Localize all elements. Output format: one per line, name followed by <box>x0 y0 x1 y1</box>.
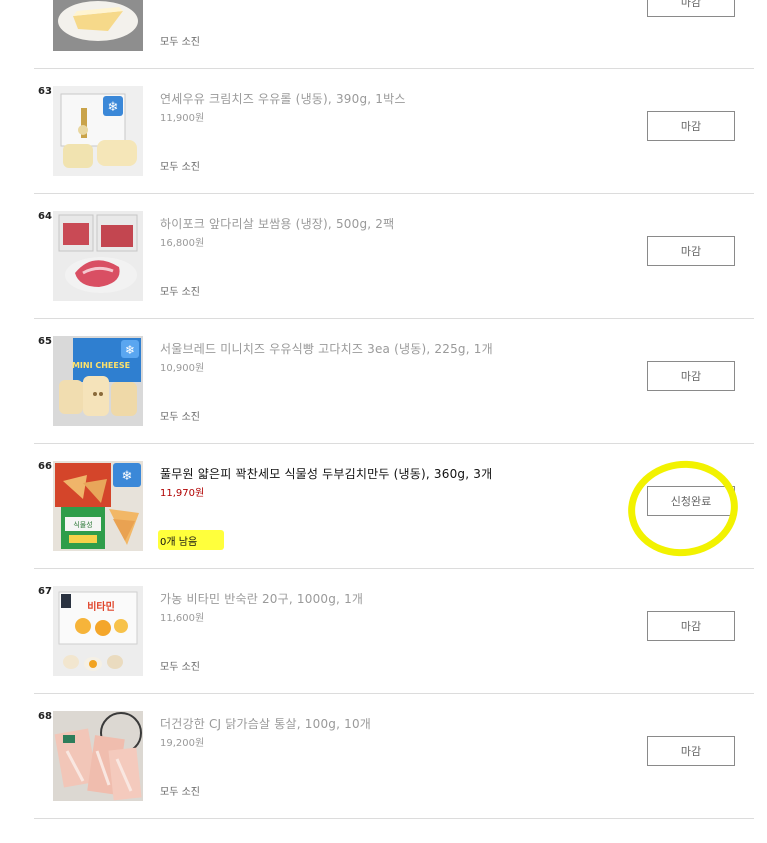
item-number: 64 <box>38 211 52 222</box>
product-image-pork[interactable] <box>53 211 143 301</box>
closed-button[interactable]: 마감 <box>647 736 735 766</box>
product-status: 모두 소진 <box>160 162 200 173</box>
product-image-cream-roll[interactable]: ❄ <box>53 86 143 176</box>
item-number: 67 <box>38 586 52 597</box>
svg-text:❄: ❄ <box>122 469 133 484</box>
thumb-label: MINI CHEESE <box>72 361 130 370</box>
list-item: 65 ❄ MINI CHEESE 서울브레드 미니치즈 우유식빵 고다치즈 3e… <box>34 318 754 444</box>
item-number: 68 <box>38 711 52 722</box>
product-price: 11,970원 <box>160 488 205 499</box>
product-status: 모두 소진 <box>160 37 200 48</box>
product-price: 19,200원 <box>160 738 205 749</box>
product-status: 모두 소진 <box>160 662 200 673</box>
thumb-label: 식물성 <box>73 520 92 529</box>
svg-text:❄: ❄ <box>108 100 119 115</box>
item-number: 65 <box>38 336 52 347</box>
list-item: 66 ❄ 식물성 풀무원 얇은피 꽉찬세모 식물성 두부김치만두 (냉동), 3… <box>34 443 754 569</box>
closed-button[interactable]: 마감 <box>647 236 735 266</box>
product-image-cheesecake[interactable] <box>53 0 143 51</box>
thumb-label: 비타민 <box>87 600 115 613</box>
product-price: 16,800원 <box>160 238 205 249</box>
list-item: 64 하이포크 앞다리살 보쌈용 (냉장), 500g, 2팩 16,800원 … <box>34 193 754 319</box>
product-price: 11,900원 <box>160 113 205 124</box>
svg-text:❄: ❄ <box>125 343 135 357</box>
product-title[interactable]: 연세우유 크림치즈 우유롤 (냉동), 390g, 1박스 <box>160 90 406 107</box>
product-title[interactable]: 서울브레드 미니치즈 우유식빵 고다치즈 3ea (냉동), 225g, 1개 <box>160 340 493 357</box>
product-title[interactable]: 가농 비타민 반숙란 20구, 1000g, 1개 <box>160 590 363 607</box>
product-image-chicken-breast[interactable] <box>53 711 143 801</box>
product-status: 0개 남음 <box>160 537 198 548</box>
product-title[interactable]: 하이포크 앞다리살 보쌈용 (냉장), 500g, 2팩 <box>160 215 394 232</box>
product-status: 모두 소진 <box>160 787 200 798</box>
closed-button[interactable]: 마감 <box>647 611 735 641</box>
product-status: 모두 소진 <box>160 412 200 423</box>
product-image-mini-cheese-bread[interactable]: ❄ MINI CHEESE <box>53 336 143 426</box>
list-item: 67 비타민 가농 비타민 반숙란 20구, 1000g, 1개 11,600원… <box>34 568 754 694</box>
product-status: 모두 소진 <box>160 287 200 298</box>
item-number: 66 <box>38 461 52 472</box>
product-price: 11,600원 <box>160 613 205 624</box>
item-number: 63 <box>38 86 52 97</box>
closed-button[interactable]: 마감 <box>647 111 735 141</box>
product-title[interactable]: 풀무원 얇은피 꽉찬세모 식물성 두부김치만두 (냉동), 360g, 3개 <box>160 465 492 482</box>
list-item: 모두 소진 마감 <box>34 0 754 69</box>
list-item: 68 더건강한 CJ 닭가슴살 통살, 100g, 10개 19,200원 모두… <box>34 693 754 819</box>
list-item: 63 ❄ 연세우유 크림치즈 우유롤 (냉동), 390g, 1박스 11,90… <box>34 68 754 194</box>
closed-button[interactable]: 마감 <box>647 0 735 17</box>
product-title[interactable]: 더건강한 CJ 닭가슴살 통살, 100g, 10개 <box>160 715 371 732</box>
product-price: 10,900원 <box>160 363 205 374</box>
product-image-tofu-dumpling[interactable]: ❄ 식물성 <box>53 461 143 551</box>
product-image-eggs[interactable]: 비타민 <box>53 586 143 676</box>
annotation-circle <box>621 453 745 564</box>
closed-button[interactable]: 마감 <box>647 361 735 391</box>
